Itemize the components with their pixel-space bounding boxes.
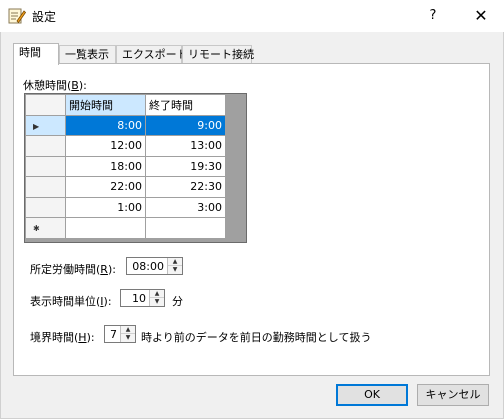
table-row[interactable]: 18:00 19:30 [25,155,226,177]
work-time-spinner[interactable]: ▲ ▼ [167,258,182,274]
cancel-button[interactable]: キャンセル [417,384,489,406]
display-unit-input[interactable]: 10 ▲ ▼ [120,289,165,307]
column-header-start[interactable]: 開始時間 [65,94,146,116]
boundary-spinner[interactable]: ▲ ▼ [120,326,135,342]
table-row[interactable]: 1:00 3:00 [25,196,226,218]
display-unit-spinner[interactable]: ▲ ▼ [149,290,164,306]
row-header[interactable]: ▶ [25,114,66,136]
column-header-end[interactable]: 終了時間 [145,94,226,116]
close-button[interactable]: ✕ [466,4,496,28]
work-time-label: 所定労働時間(R): [30,263,116,276]
work-time-value: 08:00 [132,260,164,273]
spin-down-icon[interactable]: ▼ [121,334,135,342]
window-title: 設定 [32,10,57,24]
ok-button[interactable]: OK [336,384,408,406]
cell-end[interactable]: 3:00 [145,196,226,218]
spin-up-icon[interactable]: ▲ [150,290,164,298]
cell-start[interactable] [65,217,146,239]
row-header[interactable] [25,155,66,177]
row-header[interactable] [25,135,66,157]
break-times-grid[interactable]: 開始時間 終了時間 ▶ 8:00 9:00 12:00 13:00 18:00 … [24,93,247,243]
row-header[interactable] [25,196,66,218]
tab-label: エクスポート [122,48,188,61]
cell-start[interactable]: 18:00 [65,155,146,177]
cell-start[interactable]: 12:00 [65,135,146,157]
boundary-input[interactable]: 7 ▲ ▼ [104,325,136,343]
work-time-input[interactable]: 08:00 ▲ ▼ [126,257,183,275]
tab-label: リモート接続 [188,48,254,61]
grid-corner [25,94,66,116]
cell-start[interactable]: 22:00 [65,176,146,198]
tab-label: 時間 [19,46,41,59]
cell-end[interactable]: 13:00 [145,135,226,157]
new-row-icon: ✱ [33,224,40,234]
cell-end[interactable] [145,217,226,239]
cell-end[interactable]: 22:30 [145,176,226,198]
tab-list-view[interactable]: 一覧表示 [59,45,116,64]
boundary-suffix: 時より前のデータを前日の勤務時間として扱う [141,331,372,344]
display-unit-value: 10 [132,292,146,305]
tab-remote-connection[interactable]: リモート接続 [182,45,254,64]
cell-end[interactable]: 9:00 [145,114,226,136]
spin-down-icon[interactable]: ▼ [168,266,182,274]
tab-time[interactable]: 時間 [13,43,59,65]
display-unit-suffix: 分 [172,295,183,308]
boundary-value: 7 [110,328,117,341]
table-row[interactable]: 22:00 22:30 [25,176,226,198]
table-row[interactable]: 12:00 13:00 [25,135,226,157]
new-row[interactable]: ✱ [25,217,226,239]
row-header[interactable]: ✱ [25,217,66,239]
breaks-label: 休憩時間(B): [23,79,87,92]
spin-up-icon[interactable]: ▲ [168,258,182,266]
cell-end[interactable]: 19:30 [145,155,226,177]
current-row-icon: ▶ [33,121,40,131]
tab-label: 一覧表示 [65,48,109,61]
title-bar: 設定 ? ✕ [0,0,504,32]
table-row[interactable]: ▶ 8:00 9:00 [25,114,226,136]
display-unit-label: 表示時間単位(I): [30,295,112,308]
spin-up-icon[interactable]: ▲ [121,326,135,334]
boundary-label: 境界時間(H): [30,331,95,344]
spin-down-icon[interactable]: ▼ [150,298,164,306]
settings-edit-icon [8,8,26,24]
cell-start[interactable]: 1:00 [65,196,146,218]
cell-start[interactable]: 8:00 [65,114,146,136]
row-header[interactable] [25,176,66,198]
tab-export[interactable]: エクスポート [116,45,188,64]
help-button[interactable]: ? [418,4,448,28]
